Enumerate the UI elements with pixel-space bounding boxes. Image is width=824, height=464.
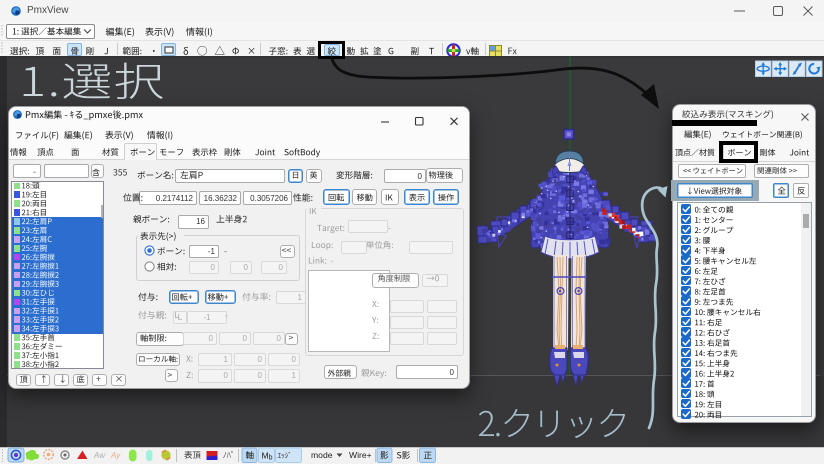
svg-text:Aw: Aw [93,451,106,460]
svg-text:Ay: Ay [110,451,121,460]
svg-text:mode: mode [311,450,333,460]
svg-text:Wire+: Wire+ [349,450,372,460]
